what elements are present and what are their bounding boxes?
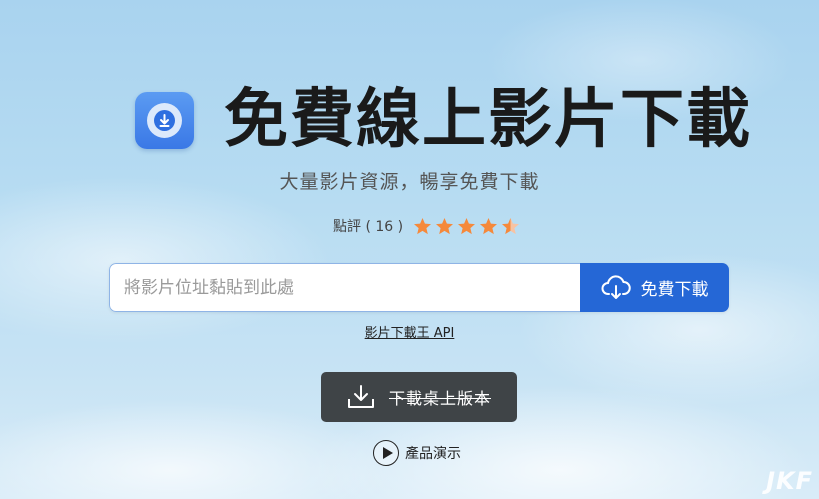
app-logo [135, 92, 194, 149]
page-title: 免費線上影片下載 [224, 82, 752, 157]
url-form: 免費下載 [109, 263, 729, 312]
star-icon[interactable] [457, 217, 476, 236]
watermark: JKF [766, 467, 813, 495]
api-link[interactable]: 影片下載王 API [0, 322, 819, 341]
rating-row: 點評 ( 16 ) [333, 214, 520, 238]
star-icon[interactable] [413, 217, 432, 236]
star-rating[interactable] [413, 217, 520, 236]
video-url-input[interactable] [109, 263, 580, 312]
page-subtitle: 大量影片資源，暢享免費下載 [279, 171, 540, 193]
hero-section: 免費線上影片下載 大量影片資源，暢享免費下載 點評 ( 16 ) 免費下載 影片… [0, 0, 819, 499]
play-icon[interactable] [373, 439, 399, 466]
download-circle-icon [159, 114, 170, 127]
download-desktop-label: 下載桌上版本 [388, 389, 491, 408]
product-demo-link[interactable]: 產品演示 [373, 439, 461, 466]
star-icon[interactable] [479, 217, 498, 236]
star-icon[interactable] [435, 217, 454, 236]
free-download-label: 免費下載 [640, 280, 709, 300]
download-tray-icon [347, 385, 374, 408]
cloud-download-icon [601, 274, 631, 299]
product-demo-label: 產品演示 [405, 445, 461, 462]
rating-label: 點評 ( 16 ) [333, 219, 404, 235]
star-icon[interactable] [501, 217, 520, 236]
download-desktop-button[interactable]: 下載桌上版本 [321, 372, 517, 422]
free-download-button[interactable]: 免費下載 [580, 263, 729, 312]
